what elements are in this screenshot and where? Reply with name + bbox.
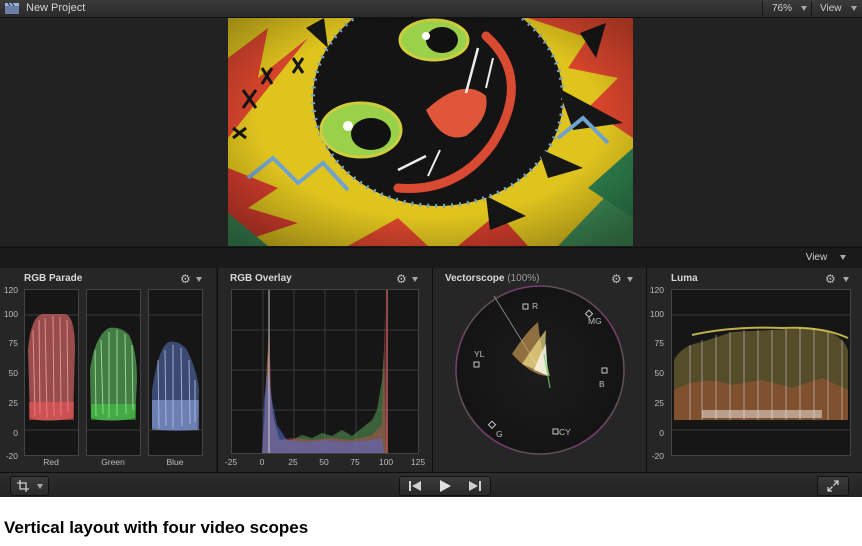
fullscreen-icon xyxy=(827,480,839,492)
target-label: G xyxy=(496,429,503,439)
vectorscope-title: Vectorscope xyxy=(445,273,505,284)
app-window: New Project 76% View View RGB Parade ⚙ 1… xyxy=(0,0,862,497)
channel-label-blue: Blue xyxy=(166,457,184,467)
parade-red-graph xyxy=(24,289,79,456)
separator xyxy=(762,1,763,16)
clapper-icon xyxy=(5,3,19,14)
viewer xyxy=(0,18,862,246)
y-tick: 50 xyxy=(654,368,664,378)
parade-blue-graph xyxy=(148,289,203,456)
title-bar: New Project 76% View xyxy=(0,0,862,18)
luma-graph xyxy=(671,289,851,456)
chevron-down-icon[interactable] xyxy=(843,277,849,282)
rgb-overlay-panel: RGB Overlay ⚙ -25 0 25 50 75 100 125 xyxy=(217,268,432,472)
gear-icon[interactable]: ⚙ xyxy=(396,272,407,286)
y-tick: 120 xyxy=(3,285,18,295)
parade-green-graph xyxy=(86,289,141,456)
crop-menu-button[interactable] xyxy=(10,476,49,496)
chevron-down-icon xyxy=(800,5,807,11)
video-frame[interactable] xyxy=(228,18,633,246)
panel-title: Luma xyxy=(671,273,698,284)
vectorscope-zoom: (100%) xyxy=(507,273,540,284)
chevron-down-icon[interactable] xyxy=(196,277,202,282)
target-label: B xyxy=(599,379,605,389)
y-tick: 100 xyxy=(3,309,18,319)
y-tick: 120 xyxy=(649,285,664,295)
target-label: YL xyxy=(474,349,485,359)
chevron-down-icon xyxy=(37,484,43,489)
channel-label-red: Red xyxy=(43,457,59,467)
gear-icon[interactable]: ⚙ xyxy=(825,272,836,286)
y-tick: 100 xyxy=(649,309,664,319)
rgb-parade-panel: RGB Parade ⚙ 120 100 75 50 25 0 -20 Red … xyxy=(0,268,216,472)
playback-toolbar xyxy=(0,472,862,497)
target-label: CY xyxy=(559,427,571,437)
separator xyxy=(811,1,812,16)
chevron-down-icon[interactable] xyxy=(412,277,418,282)
y-tick: 0 xyxy=(659,428,664,438)
vectorscope-graph: R MG B CY G YL xyxy=(455,285,625,455)
channel-label-green: Green xyxy=(101,457,125,467)
play-icon[interactable] xyxy=(439,480,451,492)
gear-icon[interactable]: ⚙ xyxy=(180,272,191,286)
y-tick: -20 xyxy=(5,451,18,461)
scopes-view-label: View xyxy=(805,252,828,263)
panel-title: Vectorscope (100%) xyxy=(445,273,540,284)
project-title: New Project xyxy=(26,2,86,14)
skip-forward-icon[interactable] xyxy=(469,481,481,491)
y-tick: -20 xyxy=(651,451,664,461)
crop-icon xyxy=(17,480,29,492)
vectorscope-panel: Vectorscope (100%) ⚙ R MG B CY G YL xyxy=(432,268,646,472)
skip-back-icon[interactable] xyxy=(409,481,421,491)
panel-title: RGB Parade xyxy=(24,273,83,284)
scopes-header: View xyxy=(0,247,862,269)
target-label: MG xyxy=(588,316,602,326)
chevron-down-icon xyxy=(840,254,846,260)
zoom-value: 76% xyxy=(772,3,793,14)
transport-controls xyxy=(399,476,491,496)
y-tick: 25 xyxy=(654,398,664,408)
y-tick: 75 xyxy=(8,338,18,348)
y-tick: 50 xyxy=(8,368,18,378)
overlay-graph xyxy=(231,289,419,454)
chevron-down-icon xyxy=(851,5,858,11)
scopes-view-menu[interactable]: View xyxy=(806,252,846,263)
view-label: View xyxy=(820,3,842,14)
fullscreen-button[interactable] xyxy=(817,476,849,496)
y-tick: 0 xyxy=(13,428,18,438)
y-tick: 75 xyxy=(654,338,664,348)
target-label: R xyxy=(532,301,538,311)
zoom-menu[interactable]: 76% xyxy=(772,0,807,17)
y-tick: 25 xyxy=(8,398,18,408)
figure-caption: Vertical layout with four video scopes xyxy=(4,518,309,537)
panel-title: RGB Overlay xyxy=(230,273,292,284)
luma-panel: Luma ⚙ 120 100 75 50 25 0 -20 xyxy=(646,268,862,472)
view-menu[interactable]: View xyxy=(820,0,858,17)
chevron-down-icon[interactable] xyxy=(627,277,633,282)
